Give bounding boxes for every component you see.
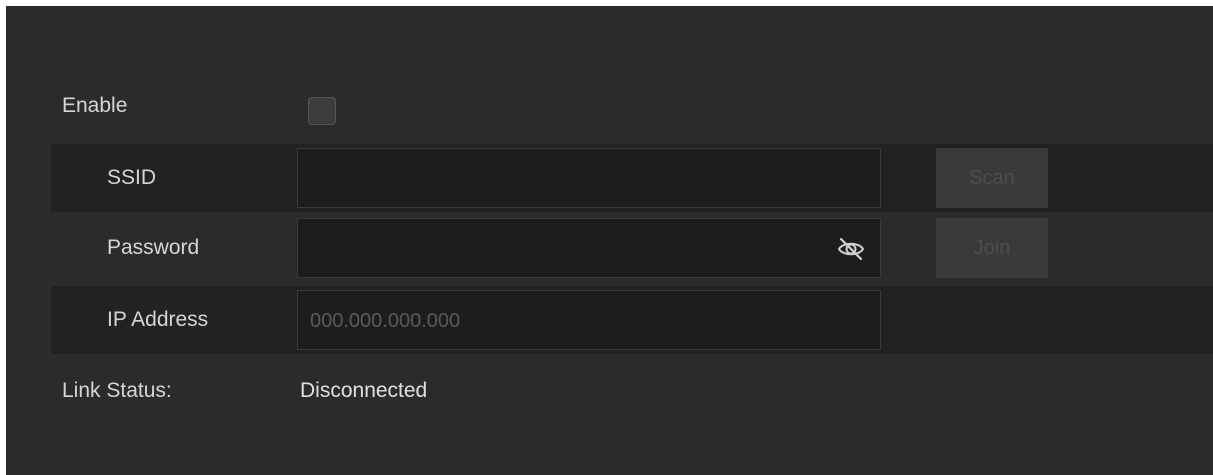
eye-off-icon[interactable] xyxy=(836,234,866,264)
ip-address-input[interactable]: 000.000.000.000 xyxy=(297,290,881,350)
password-label: Password xyxy=(107,236,200,259)
password-row: Password Join xyxy=(51,214,1213,282)
enable-label: Enable xyxy=(62,94,128,117)
link-status-label: Link Status: xyxy=(62,379,172,402)
enable-checkbox[interactable] xyxy=(308,97,336,125)
ip-address-placeholder: 000.000.000.000 xyxy=(310,310,461,332)
ssid-row: SSID Scan xyxy=(51,144,1213,212)
ssid-input[interactable] xyxy=(297,148,881,208)
scan-button[interactable]: Scan xyxy=(936,148,1048,208)
join-button[interactable]: Join xyxy=(936,218,1048,278)
wifi-settings-panel: Enable SSID Scan Password Join IP Addres… xyxy=(6,6,1213,475)
ssid-label: SSID xyxy=(107,166,157,189)
password-input[interactable] xyxy=(297,218,881,278)
link-status-value: Disconnected xyxy=(300,379,428,402)
ip-address-label: IP Address xyxy=(107,308,209,331)
ip-address-row: IP Address 000.000.000.000 xyxy=(51,286,1213,354)
